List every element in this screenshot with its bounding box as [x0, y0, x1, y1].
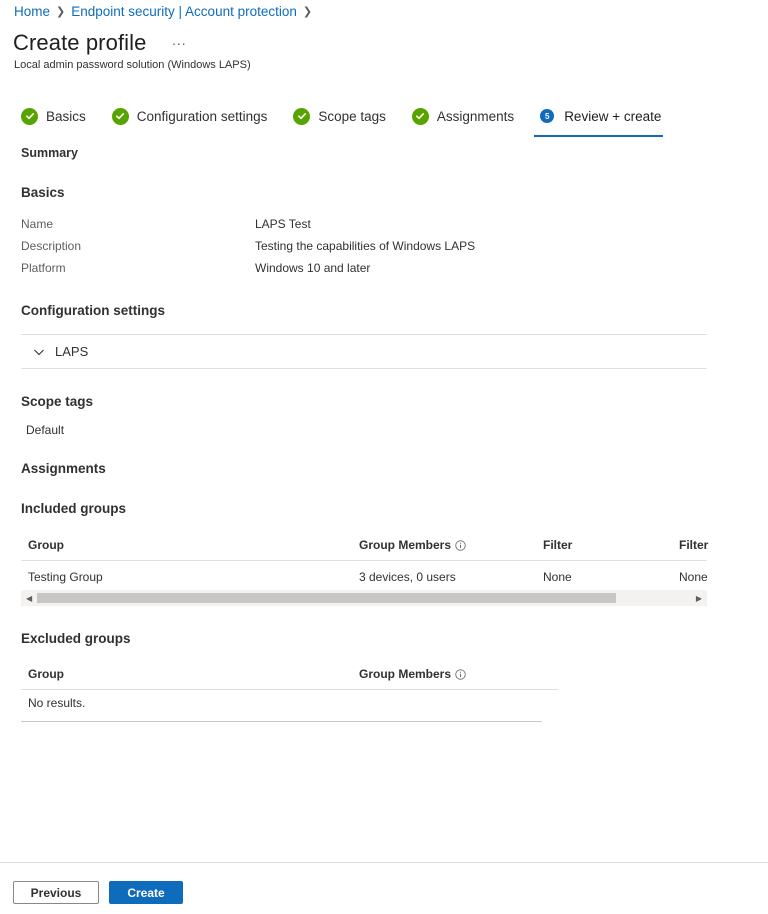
column-header-label: Group Members [359, 538, 452, 552]
step-label: Configuration settings [136, 108, 268, 124]
page-title: Create profile [13, 30, 147, 55]
scope-tag-value: Default [26, 423, 65, 437]
wizard-steps: Basics Configuration settings Scope tags… [21, 106, 687, 137]
configuration-settings-heading: Configuration settings [21, 303, 165, 318]
scroll-right-icon[interactable]: ▶ [696, 594, 702, 603]
step-label: Basics [46, 108, 86, 124]
checkmark-icon [411, 107, 429, 125]
name-value: LAPS Test [255, 217, 311, 231]
previous-button[interactable]: Previous [13, 881, 99, 904]
checkmark-icon [21, 107, 38, 125]
platform-label: Platform [21, 261, 66, 275]
step-configuration-settings[interactable]: Configuration settings [111, 106, 268, 126]
column-header-filter: Filter [543, 538, 573, 552]
horizontal-scrollbar[interactable]: ◀ ▶ [21, 590, 707, 606]
step-label: Assignments [436, 108, 515, 124]
included-groups-heading: Included groups [21, 501, 127, 516]
column-header-label: Group Members [359, 667, 452, 681]
step-label: Scope tags [318, 108, 386, 124]
checkmark-icon [293, 107, 311, 125]
step-review-create[interactable]: 5 Review + create [534, 106, 664, 137]
table-divider [21, 560, 707, 561]
platform-value: Windows 10 and later [255, 261, 371, 275]
more-options-icon[interactable]: ... [172, 32, 187, 48]
scope-tags-heading: Scope tags [21, 394, 94, 409]
laps-accordion-label: LAPS [55, 344, 89, 359]
description-value: Testing the capabilities of Windows LAPS [255, 239, 476, 253]
breadcrumb-home-link[interactable]: Home [14, 4, 50, 19]
description-label: Description [21, 239, 82, 253]
table-bottom-divider [21, 721, 542, 722]
chevron-right-icon: ❯ [56, 6, 66, 18]
scroll-left-icon[interactable]: ◀ [26, 594, 32, 603]
cell-filter: None [543, 570, 572, 584]
column-header-group-members: Group Members [359, 538, 466, 554]
step-scope-tags[interactable]: Scope tags [293, 106, 386, 126]
step-label: Review + create [564, 108, 662, 124]
create-button[interactable]: Create [109, 881, 183, 904]
cell-group-members: 3 devices, 0 users [359, 570, 456, 584]
info-icon[interactable] [455, 540, 466, 554]
checkmark-icon [111, 107, 129, 125]
basics-heading: Basics [21, 185, 65, 200]
laps-accordion[interactable]: LAPS [21, 334, 707, 369]
page-subtitle: Local admin password solution (Windows L… [14, 59, 251, 71]
info-icon[interactable] [455, 669, 466, 683]
step-assignments[interactable]: Assignments [411, 106, 515, 126]
chevron-down-icon [33, 346, 45, 358]
footer-divider [0, 862, 768, 863]
cell-group: Testing Group [28, 570, 103, 584]
table-divider [21, 689, 558, 690]
cell-filter-2: None [679, 570, 708, 584]
chevron-right-icon: ❯ [302, 6, 313, 18]
summary-label: Summary [21, 146, 78, 160]
column-header-filter-2: Filter [679, 538, 709, 552]
column-header-group: Group [28, 538, 64, 552]
column-header-group-members: Group Members [359, 667, 466, 683]
step-number-badge: 5 [540, 109, 555, 123]
step-basics[interactable]: Basics [21, 106, 86, 126]
empty-state-text: No results. [28, 696, 86, 710]
breadcrumb-section-link[interactable]: Endpoint security | Account protection [71, 4, 297, 19]
assignments-heading: Assignments [21, 461, 106, 476]
breadcrumb: Home ❯ Endpoint security | Account prote… [14, 4, 318, 19]
column-header-group: Group [28, 667, 64, 681]
name-label: Name [21, 217, 54, 231]
excluded-groups-heading: Excluded groups [21, 631, 131, 646]
scrollbar-thumb[interactable] [37, 593, 616, 603]
